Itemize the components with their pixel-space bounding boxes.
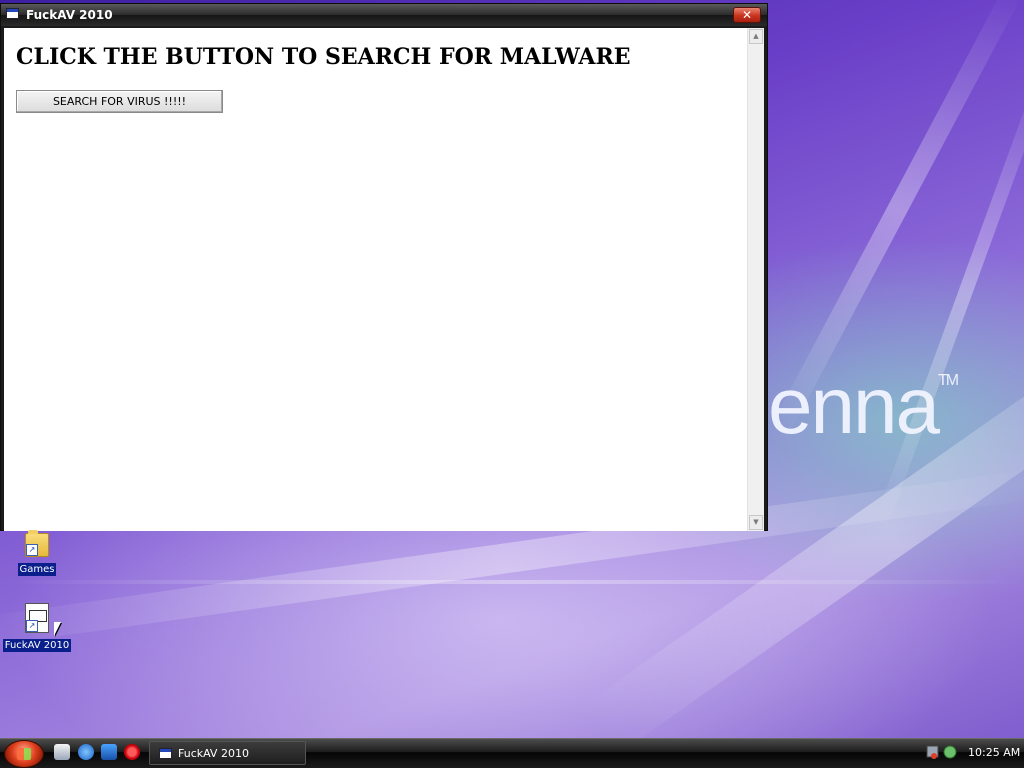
shortcut-arrow-icon: ↗: [26, 620, 38, 632]
close-button[interactable]: ✕: [733, 7, 761, 23]
desktop-icon-fuckav[interactable]: ↗ FuckAV 2010: [2, 603, 72, 652]
window-title: FuckAV 2010: [26, 8, 113, 22]
alert-icon[interactable]: [931, 753, 937, 759]
taskbar-item-label: FuckAV 2010: [178, 747, 249, 760]
app-window: FuckAV 2010 ✕ CLICK THE BUTTON TO SEARCH…: [0, 3, 768, 531]
taskbar-window-button[interactable]: FuckAV 2010: [149, 741, 306, 765]
mouse-cursor-icon: [54, 622, 61, 636]
desktop-icon-games[interactable]: ↗ Games: [2, 530, 72, 576]
outlook-icon[interactable]: [101, 744, 117, 760]
desktop-icon-label: FuckAV 2010: [2, 639, 72, 652]
page-heading: CLICK THE BUTTON TO SEARCH FOR MALWARE: [16, 44, 631, 70]
system-tray: [926, 745, 957, 759]
taskbar-clock[interactable]: 10:25 AM: [968, 746, 1020, 759]
opera-icon[interactable]: [124, 744, 140, 760]
volume-icon[interactable]: [943, 745, 957, 759]
start-button[interactable]: [4, 740, 44, 768]
scroll-down-arrow-icon[interactable]: ▼: [749, 515, 763, 530]
wallpaper-logo-text: ennaTM: [768, 361, 959, 450]
client-area: CLICK THE BUTTON TO SEARCH FOR MALWARE S…: [4, 28, 764, 531]
search-for-virus-button[interactable]: SEARCH FOR VIRUS !!!!!: [16, 90, 223, 113]
internet-explorer-icon[interactable]: [78, 744, 94, 760]
wallpaper-streak: [0, 580, 1024, 584]
show-desktop-icon[interactable]: [54, 744, 70, 760]
vertical-scrollbar[interactable]: ▲ ▼: [747, 28, 764, 531]
window-icon: [6, 8, 19, 19]
executable-shortcut-icon: ↗: [25, 603, 49, 633]
scroll-up-arrow-icon[interactable]: ▲: [749, 29, 763, 44]
window-icon: [159, 748, 172, 759]
shortcut-arrow-icon: ↗: [26, 544, 38, 556]
title-bar[interactable]: FuckAV 2010 ✕: [1, 4, 767, 26]
desktop-icon-label: Games: [17, 563, 57, 576]
folder-icon: ↗: [25, 530, 49, 557]
